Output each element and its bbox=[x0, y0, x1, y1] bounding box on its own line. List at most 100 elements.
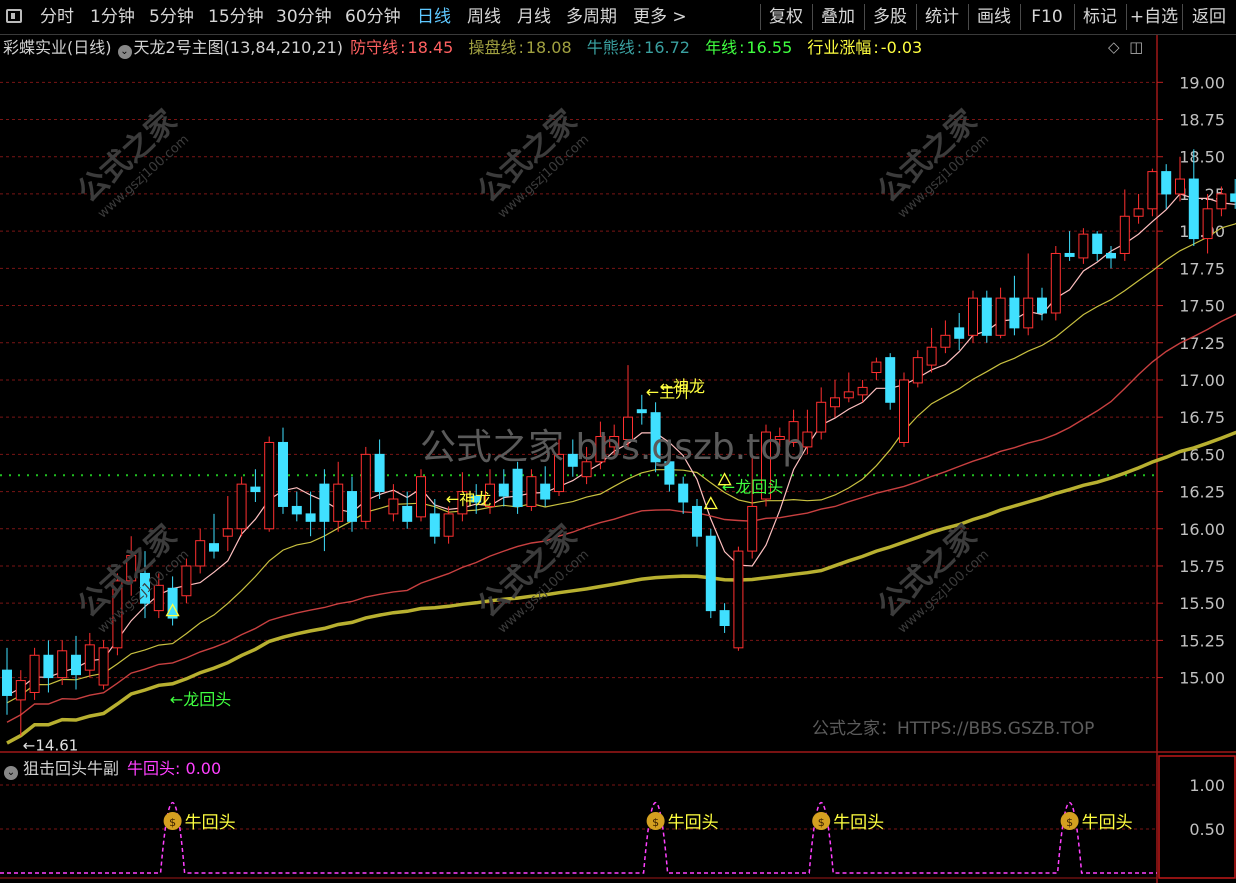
signal-label: ←神龙 bbox=[446, 489, 491, 508]
toolbar-button[interactable]: F10 bbox=[1020, 4, 1073, 30]
period-tab[interactable]: 月线 bbox=[517, 5, 551, 29]
candle-down bbox=[291, 505, 302, 515]
info-label: 操盘线 bbox=[468, 38, 517, 57]
candle-up bbox=[84, 644, 95, 671]
candle-down bbox=[347, 491, 357, 522]
info-value: 16.72 bbox=[644, 38, 690, 57]
info-label: 年线 bbox=[705, 38, 738, 57]
toolbar-button[interactable]: 统计 bbox=[916, 4, 967, 30]
candle-up bbox=[871, 361, 882, 374]
candle-up bbox=[264, 441, 275, 530]
signal-label: ←龙回头 bbox=[722, 478, 783, 497]
candle-down bbox=[719, 610, 730, 627]
period-tab[interactable]: 60分钟 bbox=[345, 5, 401, 29]
toolbar-button[interactable]: 标记 bbox=[1074, 4, 1125, 30]
candle-down bbox=[512, 468, 523, 507]
panel-toggle-icon[interactable]: ◫ bbox=[1129, 38, 1143, 56]
candle-up bbox=[222, 528, 233, 537]
sub-item-label: 牛回头 bbox=[127, 759, 176, 778]
y-tick-label: 15.25 bbox=[1179, 631, 1225, 650]
y-tick-label: 17.75 bbox=[1179, 259, 1225, 278]
candle-down bbox=[954, 327, 965, 339]
y-tick-label: 15.00 bbox=[1179, 669, 1225, 688]
candle-down bbox=[305, 513, 316, 522]
info-label: 行业涨幅 bbox=[807, 38, 872, 57]
candle-up bbox=[526, 476, 537, 507]
candle-down bbox=[278, 441, 288, 507]
toolbar-button[interactable]: 返回 bbox=[1182, 4, 1235, 30]
candle-up bbox=[181, 565, 192, 597]
indicator-name[interactable]: 天龙2号主图(13,84,210,21) bbox=[134, 38, 344, 57]
period-tab[interactable]: 多周期 bbox=[566, 5, 617, 29]
info-value: -0.03 bbox=[880, 38, 923, 57]
candle-down bbox=[43, 654, 54, 679]
candle-up bbox=[912, 357, 923, 384]
toolbar-button[interactable]: 多股 bbox=[864, 4, 915, 30]
sub-indicator-name[interactable]: 狙击回头牛副 bbox=[23, 759, 119, 778]
period-tab[interactable]: 5分钟 bbox=[149, 5, 194, 29]
candle-up bbox=[926, 346, 937, 366]
chevron-down-icon[interactable]: ⌄ bbox=[117, 45, 132, 59]
candle-up bbox=[733, 550, 744, 649]
candle-down bbox=[429, 513, 440, 537]
candle-up bbox=[57, 650, 68, 679]
period-tab-active[interactable]: 日线 bbox=[417, 5, 451, 29]
candle-up bbox=[1202, 208, 1213, 240]
sub-axis-frame bbox=[1158, 755, 1236, 879]
candle-up bbox=[360, 453, 371, 522]
y-tick-label: 16.25 bbox=[1179, 483, 1225, 502]
candle-up bbox=[1050, 252, 1061, 314]
candle-down bbox=[1037, 297, 1047, 314]
candle-down bbox=[319, 483, 330, 522]
sub-item-value: 0.00 bbox=[185, 759, 222, 778]
period-tab[interactable]: 分时 bbox=[40, 5, 74, 29]
candle-down bbox=[209, 543, 219, 552]
candle-up bbox=[830, 397, 840, 408]
y-tick-label: 15.50 bbox=[1179, 594, 1225, 613]
candle-down bbox=[167, 587, 178, 619]
chevron-down-icon[interactable]: ⌄ bbox=[4, 766, 18, 780]
candle-down bbox=[885, 357, 896, 403]
period-tab[interactable]: 周线 bbox=[467, 5, 501, 29]
stock-name: 彩蝶实业(日线) bbox=[3, 38, 112, 57]
low-price-label: ←14.61 bbox=[23, 737, 79, 755]
toolbar-button[interactable]: +自选 bbox=[1126, 4, 1181, 30]
candle-down bbox=[402, 505, 413, 522]
period-tab[interactable]: 15分钟 bbox=[208, 5, 264, 29]
sub-signal-label: 牛回头 bbox=[668, 813, 719, 833]
candle-up bbox=[333, 483, 344, 522]
candle-up bbox=[236, 483, 247, 530]
candle-down bbox=[2, 669, 12, 696]
period-tab[interactable]: 1分钟 bbox=[90, 5, 135, 29]
candle-down bbox=[636, 409, 647, 414]
candle-up bbox=[843, 391, 854, 399]
info-value: 18.08 bbox=[525, 38, 572, 57]
candle-down bbox=[1161, 171, 1172, 195]
y-tick-label: 18.75 bbox=[1179, 111, 1225, 130]
candle-down bbox=[1009, 297, 1020, 329]
candle-up bbox=[388, 498, 399, 515]
panel-controls: ◇ ◫ bbox=[1108, 38, 1143, 56]
candle-down bbox=[981, 297, 992, 336]
toolbar-button[interactable]: 画线 bbox=[968, 4, 1019, 30]
y-tick-label: 17.25 bbox=[1179, 334, 1225, 353]
candle-up bbox=[1133, 208, 1144, 217]
candle-up bbox=[29, 654, 40, 693]
candle-up bbox=[98, 647, 109, 686]
indicator-info-bar: 彩蝶实业(日线) ⌄ 天龙2号主图(13,84,210,21) 防守线:18.45 … bbox=[3, 38, 923, 59]
toolbar-button[interactable]: 叠加 bbox=[812, 4, 863, 30]
y-tick-label: 15.75 bbox=[1179, 557, 1225, 576]
y-tick-label: 17.50 bbox=[1179, 297, 1225, 316]
toolbar-button[interactable]: 复权 bbox=[760, 4, 811, 30]
info-label: 牛熊线 bbox=[586, 38, 635, 57]
signal-label: ←神龙 bbox=[660, 377, 705, 396]
diamond-icon[interactable]: ◇ bbox=[1108, 38, 1120, 56]
menu-icon[interactable] bbox=[6, 9, 22, 23]
y-tick-label: 16.00 bbox=[1179, 520, 1225, 539]
candle-up bbox=[1216, 193, 1227, 210]
candle-down bbox=[540, 483, 551, 500]
more-periods-button[interactable]: 更多 > bbox=[633, 5, 687, 29]
money-bag-glyph: $ bbox=[1066, 816, 1073, 829]
period-tab[interactable]: 30分钟 bbox=[276, 5, 332, 29]
candle-down bbox=[1092, 233, 1103, 254]
